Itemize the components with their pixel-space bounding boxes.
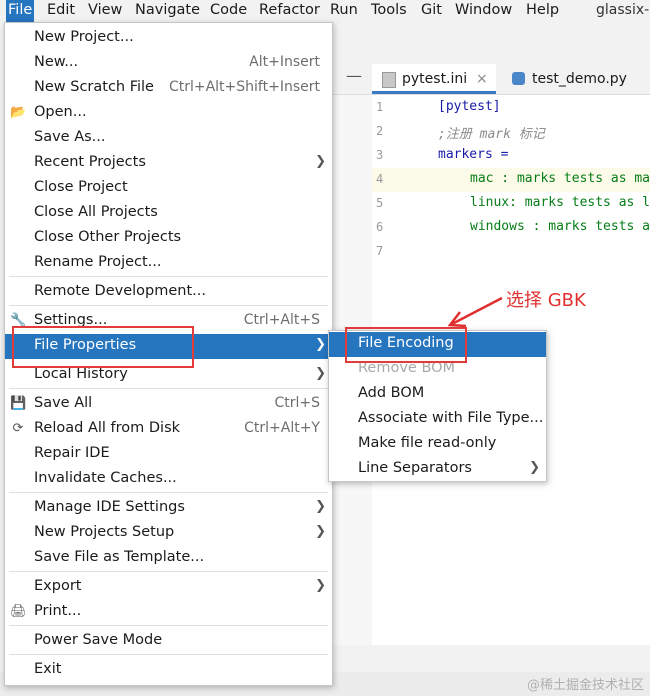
code-line: linux: marks tests as l: [470, 195, 650, 210]
menu-item-exit[interactable]: Exit: [5, 658, 332, 683]
watermark: @稀土掘金技术社区: [526, 678, 644, 693]
chevron-right-icon: ❯: [315, 499, 326, 514]
menu-separator: [9, 305, 328, 306]
submenu-item-make-read-only[interactable]: Make file read-only: [329, 432, 546, 457]
tab-label: pytest.ini: [402, 71, 468, 87]
menu-item-new-scratch-file[interactable]: New Scratch File Ctrl+Alt+Shift+Insert: [5, 76, 332, 101]
menu-item-open[interactable]: 📂 Open...: [5, 101, 332, 126]
menu-item-close-all-projects[interactable]: Close All Projects: [5, 201, 332, 226]
menu-refactor[interactable]: Refactor: [259, 0, 320, 22]
chevron-right-icon: ❯: [529, 460, 540, 475]
menu-item-repair-ide[interactable]: Repair IDE: [5, 442, 332, 467]
chevron-right-icon: ❯: [315, 578, 326, 593]
menu-item-power-save-mode[interactable]: Power Save Mode: [5, 629, 332, 654]
line-number: 6: [376, 220, 384, 234]
submenu-item-associate-file-type[interactable]: Associate with File Type...: [329, 407, 546, 432]
line-number: 3: [376, 148, 384, 162]
chevron-right-icon: ❯: [315, 337, 326, 352]
python-file-icon: [512, 72, 525, 85]
menu-git[interactable]: Git: [421, 0, 442, 22]
tab-test-demo[interactable]: test_demo.py: [506, 64, 650, 94]
tab-label: test_demo.py: [532, 71, 627, 87]
menu-file[interactable]: File: [6, 0, 35, 22]
menu-separator: [9, 388, 328, 389]
menu-navigate[interactable]: Navigate: [135, 0, 200, 22]
menu-bar: File Edit View Navigate Code Refactor Ru…: [0, 0, 650, 22]
line-number: 2: [376, 124, 384, 138]
line-number: 7: [376, 244, 384, 258]
editor-tabbar: — pytest.ini × test_demo.py: [332, 64, 650, 95]
menu-window[interactable]: Window: [455, 0, 512, 22]
menu-tools[interactable]: Tools: [371, 0, 407, 22]
menu-item-remote-development[interactable]: Remote Development...: [5, 280, 332, 305]
menu-item-new[interactable]: New... Alt+Insert: [5, 51, 332, 76]
menu-item-manage-ide-settings[interactable]: Manage IDE Settings ❯: [5, 496, 332, 521]
menu-item-close-other-projects[interactable]: Close Other Projects: [5, 226, 332, 251]
menu-separator: [9, 625, 328, 626]
menu-item-invalidate-caches[interactable]: Invalidate Caches...: [5, 467, 332, 492]
tab-pytest-ini[interactable]: pytest.ini ×: [372, 64, 496, 94]
chevron-right-icon: ❯: [315, 524, 326, 539]
menu-item-export[interactable]: Export ❯: [5, 575, 332, 600]
window-title: glassix-: [596, 2, 650, 18]
menu-item-recent-projects[interactable]: Recent Projects ❯: [5, 151, 332, 176]
menu-view[interactable]: View: [88, 0, 122, 22]
menu-item-rename-project[interactable]: Rename Project...: [5, 251, 332, 276]
line-number: 4: [376, 172, 384, 186]
code-line: windows : marks tests a: [470, 219, 650, 234]
menu-separator: [9, 492, 328, 493]
menu-separator: [9, 571, 328, 572]
chevron-right-icon: ❯: [315, 366, 326, 381]
menu-item-new-projects-setup[interactable]: New Projects Setup ❯: [5, 521, 332, 546]
chevron-right-icon: ❯: [315, 154, 326, 169]
menu-help[interactable]: Help: [526, 0, 559, 22]
line-number: 5: [376, 196, 384, 210]
menu-separator: [9, 276, 328, 277]
printer-icon: 🖨: [10, 604, 27, 619]
code-line: markers =: [438, 147, 509, 162]
line-number: 1: [376, 100, 384, 114]
code-line: mac : marks tests as ma: [470, 171, 650, 186]
reload-icon: ⟳: [12, 421, 24, 436]
annotation-text: 选择 GBK: [506, 290, 586, 311]
minimize-icon[interactable]: —: [346, 66, 362, 85]
menu-item-save-file-as-template[interactable]: Save File as Template...: [5, 546, 332, 571]
code-line: ;注册 mark 标记: [438, 127, 545, 142]
submenu-item-line-separators[interactable]: Line Separators ❯: [329, 457, 546, 482]
menu-item-reload-all[interactable]: ⟳ Reload All from Disk Ctrl+Alt+Y: [5, 417, 332, 442]
close-icon[interactable]: ×: [476, 64, 488, 94]
menu-item-close-project[interactable]: Close Project: [5, 176, 332, 201]
code-line: [pytest]: [438, 99, 501, 114]
folder-icon: 📂: [10, 105, 27, 120]
menu-separator: [9, 654, 328, 655]
menu-edit[interactable]: Edit: [47, 0, 75, 22]
menu-item-new-project[interactable]: New Project...: [5, 26, 332, 51]
save-icon: 💾: [10, 396, 27, 411]
ini-file-icon: [382, 72, 396, 88]
submenu-item-add-bom[interactable]: Add BOM: [329, 382, 546, 407]
menu-item-print[interactable]: 🖨 Print...: [5, 600, 332, 625]
menu-code[interactable]: Code: [210, 0, 247, 22]
menu-run[interactable]: Run: [330, 0, 358, 22]
menu-item-save-as[interactable]: Save As...: [5, 126, 332, 151]
highlight-box: [12, 326, 194, 368]
highlight-box: [345, 327, 467, 363]
menu-item-save-all[interactable]: 💾 Save All Ctrl+S: [5, 392, 332, 417]
